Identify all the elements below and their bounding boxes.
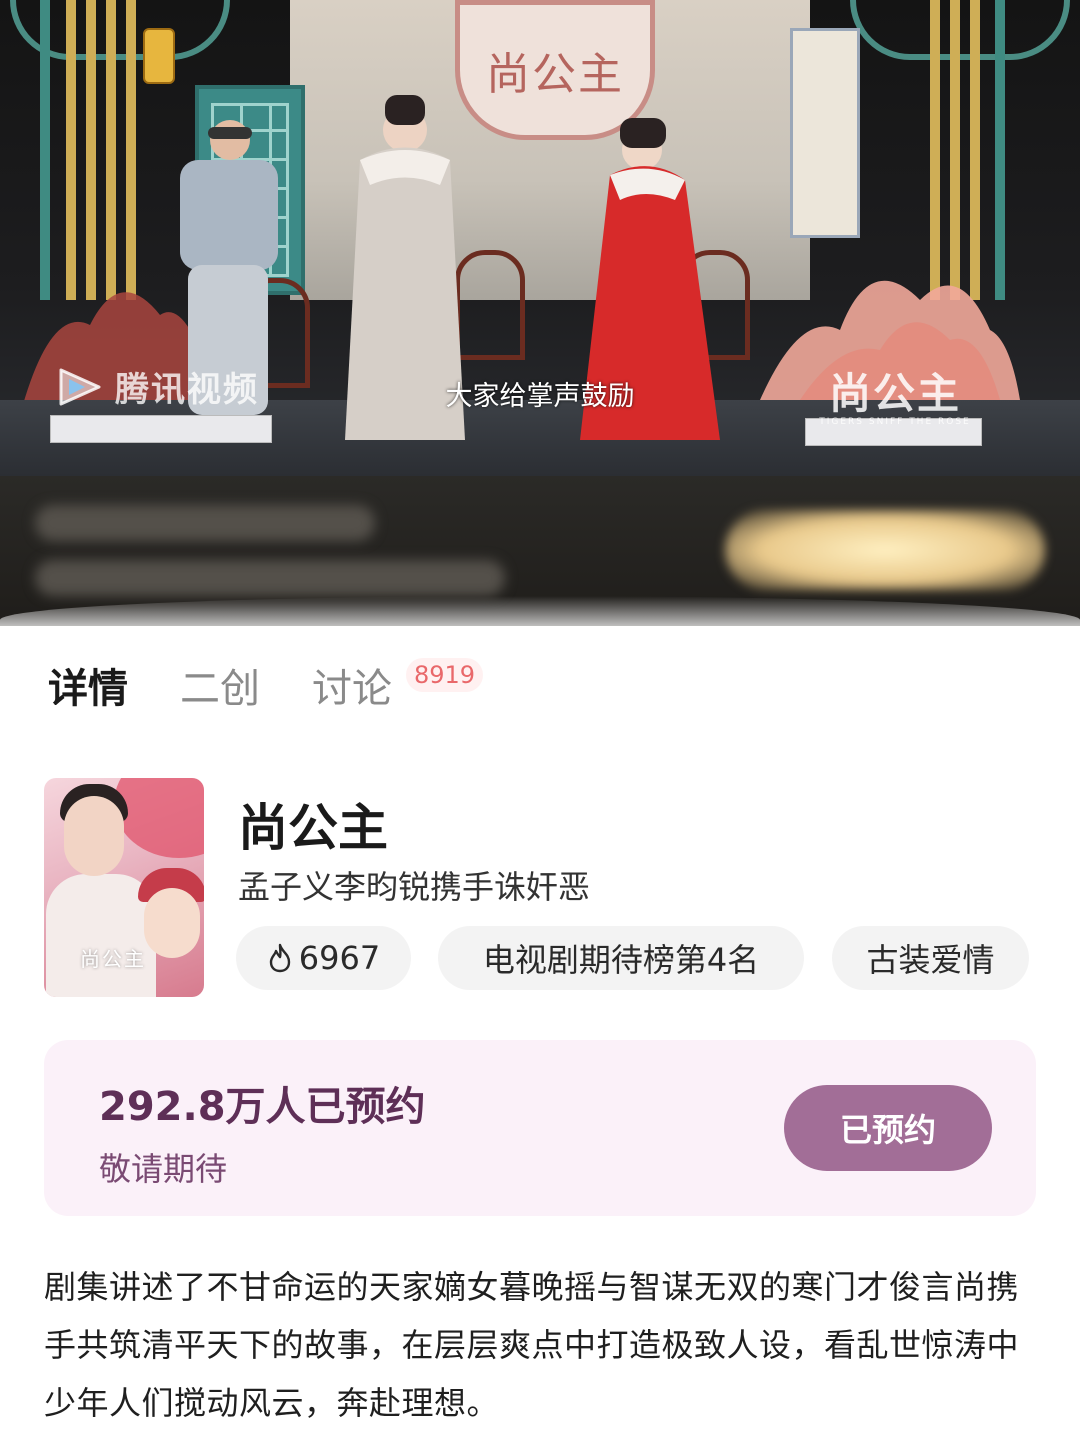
ranking-text: 电视剧期待榜第4名 (482, 941, 760, 979)
genre-chip[interactable]: 古装爱情 (832, 926, 1029, 990)
stage-platform (50, 415, 272, 443)
video-player[interactable]: 尚公主 腾讯视频 大家给掌声鼓励 尚公主 TIGERS SNIFF THE RO… (0, 0, 1080, 476)
show-title: 尚公主 (238, 799, 388, 857)
stage-rail (106, 0, 116, 300)
lantern (143, 28, 175, 84)
stage-rail (66, 0, 76, 300)
calligraphy-scroll (790, 28, 860, 238)
show-watermark-title: 尚公主 (828, 369, 961, 418)
tab-fan-creations[interactable]: 二创 (180, 660, 260, 720)
reservation-note: 敬请期待 (99, 1150, 228, 1188)
poster-title: 尚公主 (80, 947, 146, 971)
stage-rail (126, 0, 136, 300)
tab-bar: 详情 二创 讨论 (48, 660, 392, 720)
show-poster[interactable]: 尚公主 (44, 778, 204, 997)
show-watermark: 尚公主 TIGERS SNIFF THE ROSE (795, 360, 995, 427)
flame-icon (269, 943, 290, 973)
reservation-card: 292.8万人已预约 敬请期待 已预约 (44, 1040, 1036, 1216)
ranking-chip[interactable]: 电视剧期待榜第4名 (438, 926, 804, 990)
stage-rail (40, 0, 50, 300)
show-watermark-subtitle: TIGERS SNIFF THE ROSE (819, 417, 971, 427)
reservation-count: 292.8万人已预约 (99, 1084, 426, 1130)
stage-arch-right (850, 0, 1070, 60)
backdrop-sign-text: 尚公主 (486, 49, 624, 100)
blurred-text (35, 505, 375, 541)
tab-discussion[interactable]: 讨论 (312, 660, 392, 720)
blurred-text (35, 560, 505, 596)
stage-rail (86, 0, 96, 300)
show-tagline: 孟子义李昀锐携手诛奸恶 (238, 868, 591, 906)
show-synopsis: 剧集讲述了不甘命运的天家嫡女暮晚摇与智谋无双的寒门才俊言尚携手共筑清平天下的故事… (44, 1268, 1020, 1422)
tab-details[interactable]: 详情 (48, 660, 128, 720)
heat-chip[interactable]: 6967 (236, 926, 411, 990)
reserved-button[interactable]: 已预约 (784, 1085, 992, 1171)
discussion-count-badge: 8919 (406, 658, 484, 692)
blurred-button (725, 510, 1045, 590)
genre-text: 古装爱情 (866, 941, 995, 979)
heat-value: 6967 (298, 939, 381, 977)
